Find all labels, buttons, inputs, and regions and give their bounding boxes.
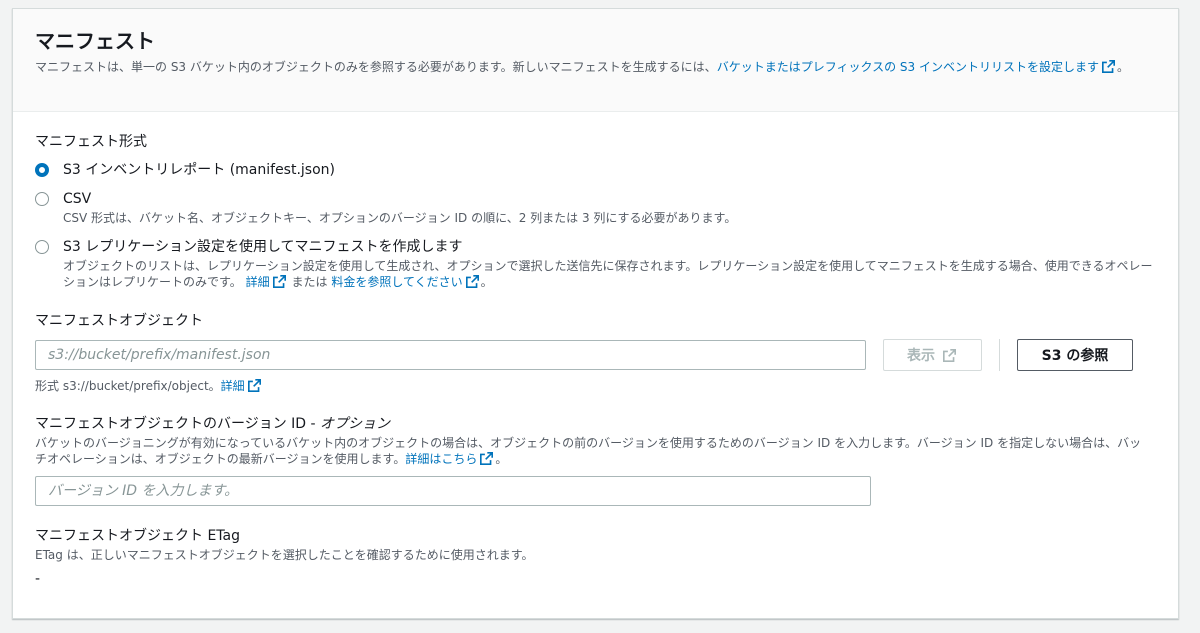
panel-header: マニフェスト マニフェストは、単一の S3 バケット内のオブジェクトのみを参照す…: [13, 9, 1178, 112]
button-divider: [999, 339, 1000, 371]
browse-s3-button[interactable]: S3 の参照: [1017, 339, 1133, 371]
panel-body: マニフェスト形式 S3 インベントリレポート (manifest.json) C…: [13, 112, 1178, 587]
external-link-icon: [943, 348, 956, 362]
external-link-icon[interactable]: [272, 275, 286, 288]
panel-description: マニフェストは、単一の S3 バケット内のオブジェクトのみを参照する必要がありま…: [35, 60, 1129, 74]
radio-description: CSV 形式は、バケット名、オブジェクトキー、オプションのバージョン ID の順…: [63, 211, 737, 225]
version-id-input[interactable]: [35, 476, 871, 506]
learn-more-link[interactable]: 詳細はこちら: [405, 452, 477, 466]
manifest-object-label: マニフェストオブジェクト: [35, 313, 203, 329]
version-id-description: バケットのバージョニングが有効になっているバケット内のオブジェクトの場合は、オブ…: [35, 436, 1142, 466]
radio-selected-icon[interactable]: [35, 163, 49, 177]
radio-unselected-icon[interactable]: [35, 192, 49, 206]
radio-replication[interactable]: S3 レプリケーション設定を使用してマニフェストを作成します オブジェクトのリス…: [35, 237, 1156, 290]
radio-inventory-report[interactable]: S3 インベントリレポート (manifest.json): [35, 160, 1156, 180]
radio-label: S3 インベントリレポート (manifest.json): [63, 162, 335, 178]
version-id-label: マニフェストオブジェクトのバージョン ID - オプション: [35, 416, 391, 432]
manifest-object-input[interactable]: [35, 340, 866, 370]
pricing-link[interactable]: 料金を参照してください: [331, 275, 462, 289]
external-link-icon[interactable]: [480, 452, 494, 465]
radio-csv[interactable]: CSV CSV 形式は、バケット名、オブジェクトキー、オプションのバージョン I…: [35, 189, 1156, 226]
external-link-icon[interactable]: [247, 379, 261, 392]
version-id-group: マニフェストオブジェクトのバージョン ID - オプション バケットのバージョニ…: [35, 414, 1156, 506]
inventory-list-link[interactable]: バケットまたはプレフィックスの S3 インベントリリストを設定します: [717, 60, 1099, 74]
radio-unselected-icon[interactable]: [35, 240, 49, 254]
format-info-link[interactable]: 詳細: [221, 379, 245, 393]
radio-label: CSV: [63, 191, 92, 207]
etag-label: マニフェストオブジェクト ETag: [35, 528, 240, 544]
manifest-format-label: マニフェスト形式: [35, 134, 147, 150]
etag-description: ETag は、正しいマニフェストオブジェクトを選択したことを確認するために使用さ…: [35, 548, 534, 562]
etag-value: -: [35, 571, 41, 587]
etag-group: マニフェストオブジェクト ETag ETag は、正しいマニフェストオブジェクト…: [35, 526, 1156, 587]
radio-label: S3 レプリケーション設定を使用してマニフェストを作成します: [63, 239, 463, 255]
manifest-panel: マニフェスト マニフェストは、単一の S3 バケット内のオブジェクトのみを参照す…: [12, 8, 1179, 619]
view-button[interactable]: 表示: [883, 339, 982, 371]
radio-description: オブジェクトのリストは、レプリケーション設定を使用して生成され、オプションで選択…: [63, 259, 1153, 289]
learn-more-link[interactable]: 詳細: [246, 275, 270, 289]
external-link-icon[interactable]: [1101, 60, 1115, 73]
manifest-object-hint: 形式 s3://bucket/prefix/object。詳細: [35, 378, 1156, 394]
manifest-object-group: マニフェストオブジェクト 表示 S3 の参照 形式 s3://bucket/pr…: [35, 311, 1156, 394]
panel-title: マニフェスト: [35, 29, 155, 53]
external-link-icon[interactable]: [465, 275, 479, 288]
manifest-object-row: 表示 S3 の参照: [35, 339, 1156, 371]
